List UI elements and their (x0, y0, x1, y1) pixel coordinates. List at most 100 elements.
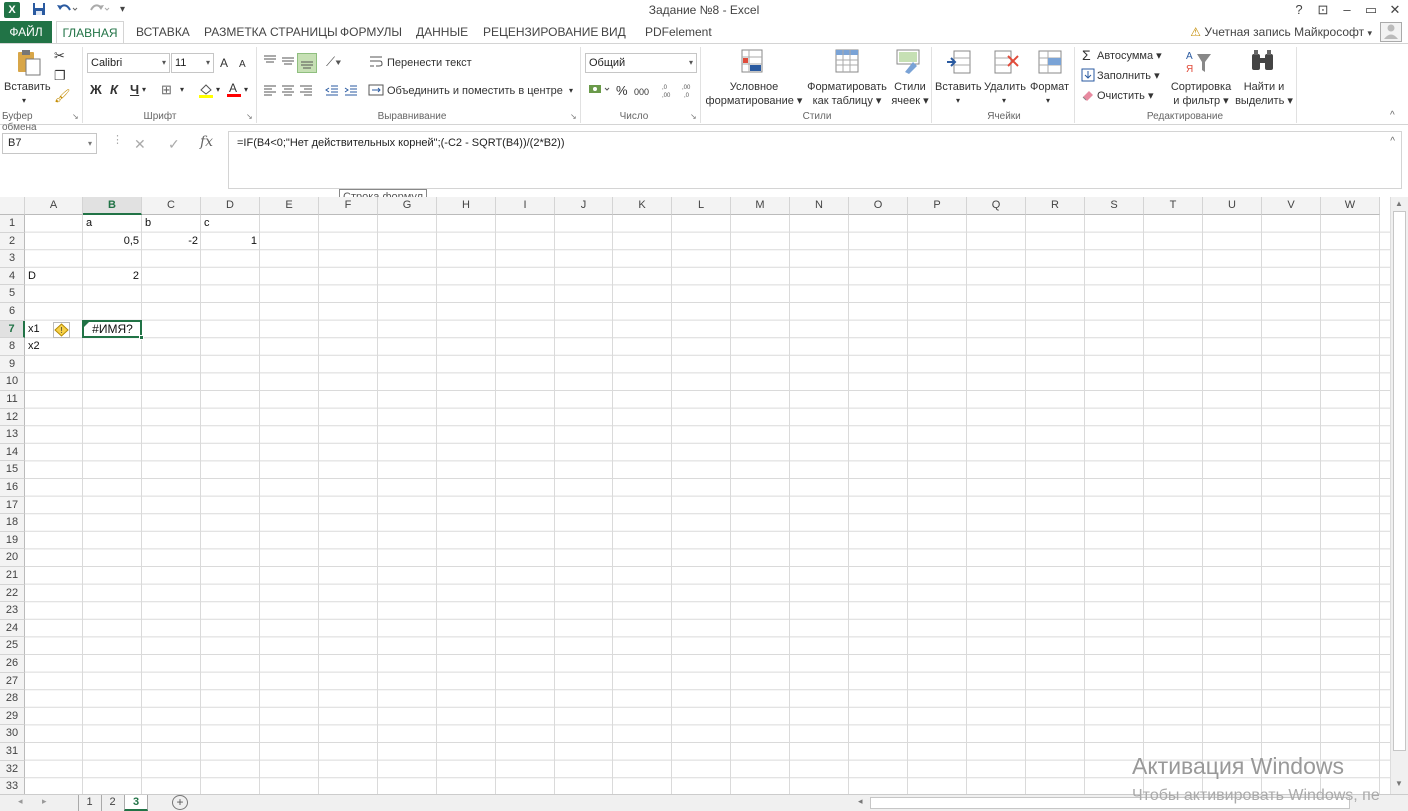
row-header[interactable]: 14 (0, 443, 25, 462)
conditional-formatting-icon[interactable] (740, 48, 768, 79)
align-right-icon[interactable] (298, 82, 314, 101)
row-header[interactable]: 33 (0, 778, 25, 794)
row-header[interactable]: 30 (0, 725, 25, 743)
number-format-select[interactable]: Общий ▾ (585, 53, 697, 73)
new-sheet-button[interactable]: + (172, 795, 188, 810)
close-button[interactable]: ✕ (1384, 1, 1406, 19)
chevron-down-icon[interactable]: ▾ (244, 82, 248, 98)
increase-decimal-icon[interactable]: ,0,00 (660, 82, 676, 101)
cell-styles-icon[interactable] (895, 48, 923, 79)
row-header[interactable]: 16 (0, 479, 25, 497)
sheet-tab[interactable]: 1 (78, 795, 100, 811)
help-button[interactable]: ? (1288, 1, 1310, 19)
row-header[interactable]: 18 (0, 514, 25, 532)
row-header[interactable]: 29 (0, 707, 25, 726)
fill-icon[interactable] (1081, 68, 1095, 85)
decrease-indent-icon[interactable] (324, 82, 340, 101)
save-icon[interactable] (32, 2, 46, 20)
row-header[interactable]: 13 (0, 426, 25, 444)
format-cells-icon[interactable] (1036, 48, 1064, 79)
insert-cells-button[interactable]: Вставить (935, 80, 982, 94)
align-left-icon[interactable] (262, 82, 278, 101)
dialog-launcher-icon[interactable]: ↘ (72, 112, 79, 121)
cell-c1[interactable]: b (142, 215, 201, 233)
wrap-text-button[interactable]: Перенести текст (387, 56, 472, 70)
fill-handle[interactable] (139, 335, 144, 341)
cell-styles-button[interactable]: Стили ячеек ▾ (888, 80, 932, 108)
row-header[interactable]: 28 (0, 690, 25, 708)
grow-font-button[interactable]: A (220, 55, 228, 71)
next-sheet-icon[interactable]: ▸ (42, 796, 47, 807)
chevron-down-icon[interactable]: ▾ (180, 82, 184, 98)
chevron-down-icon[interactable]: ▾ (142, 82, 146, 98)
scroll-down-icon[interactable]: ▼ (1395, 779, 1403, 788)
undo-icon[interactable] (56, 2, 78, 20)
cell-d2[interactable]: 1 (201, 233, 260, 251)
sort-filter-button[interactable]: Сортировка и фильтр ▾ (1170, 80, 1232, 108)
chevron-down-icon[interactable]: ▾ (1002, 94, 1006, 108)
cancel-icon[interactable]: ✕ (134, 136, 146, 153)
tab-file[interactable]: ФАЙЛ (0, 21, 52, 43)
row-header[interactable]: 20 (0, 549, 25, 567)
row-header[interactable]: 9 (0, 355, 25, 374)
enter-icon[interactable]: ✓ (168, 136, 180, 153)
find-select-button[interactable]: Найти и выделить ▾ (1234, 80, 1294, 108)
dialog-launcher-icon[interactable]: ↘ (570, 112, 577, 121)
account-menu[interactable]: ⚠ Учетная запись Майкрософт ▾ (1190, 25, 1372, 39)
currency-icon[interactable] (588, 82, 612, 101)
vertical-scrollbar[interactable]: ▲ ▼ (1390, 197, 1408, 794)
format-painter-icon[interactable]: 🖌 (54, 88, 71, 104)
row-header[interactable]: 10 (0, 373, 25, 391)
orientation-icon[interactable]: ⟋▾ (326, 54, 341, 70)
insert-function-button[interactable]: fx (200, 134, 213, 150)
fill-color-icon[interactable] (198, 82, 214, 101)
redo-icon[interactable] (88, 2, 110, 20)
row-header[interactable]: 22 (0, 584, 25, 603)
row-header[interactable]: 24 (0, 619, 25, 638)
fill-button[interactable]: Заполнить ▾ (1097, 69, 1160, 83)
chevron-down-icon[interactable]: ▾ (216, 82, 220, 98)
align-top-icon[interactable] (262, 53, 278, 72)
customize-qat-icon[interactable]: ▾ (120, 2, 125, 18)
cell-c2[interactable]: -2 (142, 233, 201, 251)
dialog-launcher-icon[interactable]: ↘ (246, 112, 253, 121)
font-size-select[interactable]: 11 ▾ (171, 53, 214, 73)
percent-button[interactable]: % (616, 83, 628, 99)
borders-icon[interactable]: ⊞ (161, 82, 172, 98)
italic-button[interactable]: К (110, 82, 118, 98)
tab-data[interactable]: ДАННЫЕ (412, 21, 472, 43)
row-header[interactable]: 17 (0, 496, 25, 515)
chevron-down-icon[interactable]: ▾ (22, 94, 26, 108)
restore-button[interactable]: ▭ (1360, 1, 1382, 19)
shrink-font-button[interactable]: A (239, 57, 246, 73)
cell-d1[interactable]: c (201, 215, 260, 233)
collapse-ribbon-icon[interactable]: ^ (1390, 110, 1395, 121)
row-header[interactable]: 8 (0, 338, 25, 356)
row-header[interactable]: 19 (0, 531, 25, 550)
row-header[interactable]: 32 (0, 760, 25, 779)
scrollbar-thumb[interactable] (1393, 211, 1406, 751)
thousands-separator-button[interactable]: 000 (634, 84, 649, 100)
format-cells-button[interactable]: Формат (1030, 80, 1069, 94)
sort-filter-icon[interactable]: AЯ (1185, 48, 1213, 79)
format-as-table-icon[interactable] (834, 48, 862, 79)
row-header[interactable]: 6 (0, 303, 25, 321)
cell-a8[interactable]: x2 (25, 338, 83, 356)
underline-button[interactable]: Ч (130, 82, 139, 98)
merge-center-button[interactable]: Объединить и поместить в центре (387, 84, 563, 98)
row-header[interactable]: 23 (0, 602, 25, 620)
clear-button[interactable]: Очистить ▾ (1097, 89, 1153, 103)
formula-bar-drag-handle[interactable]: ⋮ (112, 133, 123, 146)
align-bottom-icon[interactable] (297, 53, 317, 73)
tab-formulas[interactable]: ФОРМУЛЫ (336, 21, 406, 43)
formula-input[interactable]: =IF(B4<0;"Нет действительных корней";(-C… (228, 131, 1402, 189)
scroll-up-icon[interactable]: ▲ (1395, 199, 1403, 208)
spreadsheet-grid[interactable]: A B C D E F G H I J K L M N O P Q R S T U V W 1 2 3 4 5 6 7 8 9 10 11 12 13… (0, 197, 1390, 794)
merge-center-icon[interactable] (368, 82, 384, 101)
minimize-button[interactable]: – (1336, 1, 1358, 19)
row-header[interactable]: 27 (0, 672, 25, 691)
font-name-select[interactable]: Calibri ▾ (87, 53, 170, 73)
eraser-icon[interactable] (1081, 88, 1095, 105)
sheet-tab[interactable]: 2 (101, 795, 123, 811)
autosum-button[interactable]: Автосумма ▾ (1097, 49, 1162, 63)
